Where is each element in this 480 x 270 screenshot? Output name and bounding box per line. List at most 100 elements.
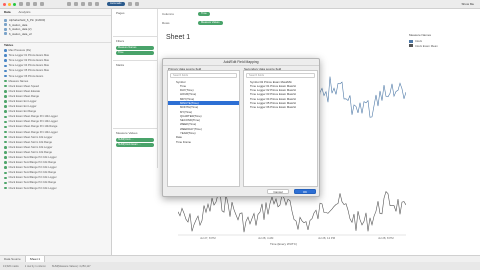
measure-value-pill[interactable]: SUM(Clock Exam ...	[116, 143, 154, 147]
field-type-icon	[4, 54, 7, 57]
fit-dropdown[interactable]: Automatic	[107, 2, 125, 6]
database-icon	[4, 23, 7, 27]
legend-label: Clock Exam Mean	[415, 43, 438, 48]
field-label: Clock Exam Mean Range Pct 10k Logger	[8, 120, 58, 124]
undo-icon[interactable]	[26, 2, 30, 6]
field-label: Clock Exam Mean Range	[8, 94, 39, 98]
field-list: Max Pressure (Pa) Time Logger 01 Prince E…	[0, 47, 111, 192]
field-label: Clock Exam Ext Logger	[8, 105, 37, 109]
rows-label: Rows	[162, 21, 170, 25]
field-type-icon	[4, 176, 7, 180]
new-sheet-icon[interactable]	[67, 2, 71, 6]
field-label: Clock Exam Mean Storm 10k Logger	[8, 145, 53, 149]
field-type-icon	[4, 171, 7, 175]
data-source-item[interactable]: 6_station_data_v2	[4, 32, 107, 37]
dialog-title: Add/Edit Field Mapping	[163, 59, 319, 66]
field-label: Clock Exam Mean Speed	[8, 84, 39, 88]
legend-item[interactable]: Clock Exam Mean	[409, 44, 479, 49]
primary-search-input[interactable]: Search fields	[170, 73, 237, 78]
field-label: Clock Exam Sum/Range Pct 10k Logger	[8, 176, 57, 180]
field-label: Clock Exam Sum/Range Pct 10k Logger	[8, 186, 57, 190]
field-label: Clock Exam Ext Logger	[8, 99, 37, 103]
field-label: Clock Exam Sum/Range Pct 10k Range	[8, 181, 57, 185]
status-marks: 13,520 marks	[3, 264, 19, 268]
field-label: Time Logger 01 Prince Exam Max	[8, 54, 50, 58]
database-icon	[4, 18, 7, 22]
presentation-icon[interactable]	[134, 2, 139, 6]
x-tick: Jul 28, 8 PM	[378, 236, 394, 240]
save-icon[interactable]	[40, 2, 44, 6]
field-type-icon	[4, 166, 7, 169]
field-type-icon	[4, 130, 7, 134]
columns-shelf[interactable]: Columns Time	[162, 11, 412, 17]
field-type-icon	[4, 64, 7, 68]
cancel-button[interactable]: Cancel	[267, 189, 289, 194]
sheet-tab-bar: Data Source Sheet 1	[0, 255, 480, 263]
filter-pill[interactable]: Measure Names	[116, 46, 154, 50]
data-source-list: Alphaberfield_6_Pin (1/2000) 6_station_da…	[0, 16, 111, 38]
field-mapping-dialog: Add/Edit Field Mapping Primary data sour…	[162, 58, 320, 197]
field-item[interactable]: Clock Exam Sum/Range Pct 10k Logger	[4, 186, 107, 191]
x-tick: Jul 27, 8 PM	[200, 236, 216, 240]
field-label: Clock Exam Sum/Range Pct 10k Range	[8, 171, 57, 175]
field-type-icon	[4, 120, 7, 124]
sort-desc-icon[interactable]	[88, 2, 92, 6]
primary-field-list: Search fields Symbol Time DAY(Time) HOUR(Ti…	[167, 70, 240, 187]
secondary-search-input[interactable]: Search fields	[246, 73, 315, 78]
database-icon	[4, 27, 7, 31]
pages-shelf[interactable]: Pages	[113, 9, 158, 36]
minimize-window-icon[interactable]	[8, 2, 11, 6]
rows-shelf[interactable]: Rows Measure Values	[162, 20, 412, 26]
legend-title: Measure Names	[409, 33, 432, 37]
x-tick: Jul 28, 12 PM	[318, 236, 336, 240]
legend-swatch	[409, 39, 413, 43]
tab-analytics[interactable]: Analytics	[15, 9, 35, 15]
zoom-window-icon[interactable]	[13, 2, 16, 6]
rows-pill[interactable]: Measure Values	[198, 20, 223, 26]
field-label: Time Logger 05 Prince Exam Max	[8, 69, 50, 73]
field-type-icon	[4, 84, 7, 88]
field-label: Clock Exam Mean Range Pct 10k Logger	[8, 115, 58, 119]
measure-values-shelf[interactable]: Measure Values SUM(Clock ... SUM(Clock E…	[113, 128, 158, 168]
field-label: Clock Exam Sum/Range Pct 10k Logger	[8, 156, 57, 160]
field-type-icon	[4, 146, 7, 149]
series-line-clock	[178, 190, 406, 233]
field-type-icon	[4, 125, 7, 129]
marks-title: Marks	[116, 63, 125, 67]
field-type-icon	[4, 161, 7, 164]
legend-label: Clock	[415, 39, 422, 44]
redo-icon[interactable]	[33, 2, 37, 6]
tableau-logo-icon[interactable]	[19, 2, 23, 6]
close-window-icon[interactable]	[3, 2, 6, 6]
primary-field-item[interactable]: Time Frame	[168, 140, 239, 144]
field-label: Max Pressure (Pa)	[8, 49, 31, 53]
field-type-icon	[4, 135, 7, 139]
status-bar: 13,520 marks 1 row by 1 column SUM(Measu…	[0, 262, 480, 270]
field-type-icon	[4, 69, 7, 73]
secondary-field-item[interactable]: Time Logger 06 Prince Exam Max2H	[244, 105, 317, 109]
field-type-icon	[4, 105, 7, 108]
columns-pill[interactable]: Time	[198, 11, 210, 17]
filters-shelf[interactable]: Filters Measure Names Time	[113, 36, 158, 60]
show-me-button[interactable]: Show Me	[461, 2, 474, 6]
field-label: Clock Exam Mean Storm 10k Range	[8, 150, 52, 154]
ok-button[interactable]: OK	[294, 189, 316, 194]
highlight-icon[interactable]	[95, 2, 99, 6]
field-label: Time Logger 02 Prince Exam Max	[8, 59, 50, 63]
secondary-field-list: Search fields Symbol 02 Prince Exam Max2…	[243, 70, 318, 187]
data-source-label: 6_station_data_v2	[9, 31, 32, 36]
status-sum: SUM(Measure Values): 4,253,117	[51, 264, 91, 268]
field-type-icon	[4, 74, 7, 78]
data-source-label: 6_station_data (2)	[9, 27, 32, 32]
field-label: Clock Exam Ext Range	[8, 110, 37, 114]
labels-icon[interactable]	[127, 2, 132, 6]
field-type-icon	[4, 140, 7, 144]
tab-data[interactable]: Data	[0, 9, 15, 15]
sort-asc-icon[interactable]	[81, 2, 85, 6]
measure-value-pill[interactable]: SUM(Clock ...	[116, 138, 154, 142]
field-type-icon	[4, 186, 7, 190]
field-type-icon	[4, 59, 7, 62]
database-icon	[4, 32, 7, 36]
swap-icon[interactable]	[74, 2, 78, 6]
filter-pill[interactable]: Time	[116, 51, 154, 55]
